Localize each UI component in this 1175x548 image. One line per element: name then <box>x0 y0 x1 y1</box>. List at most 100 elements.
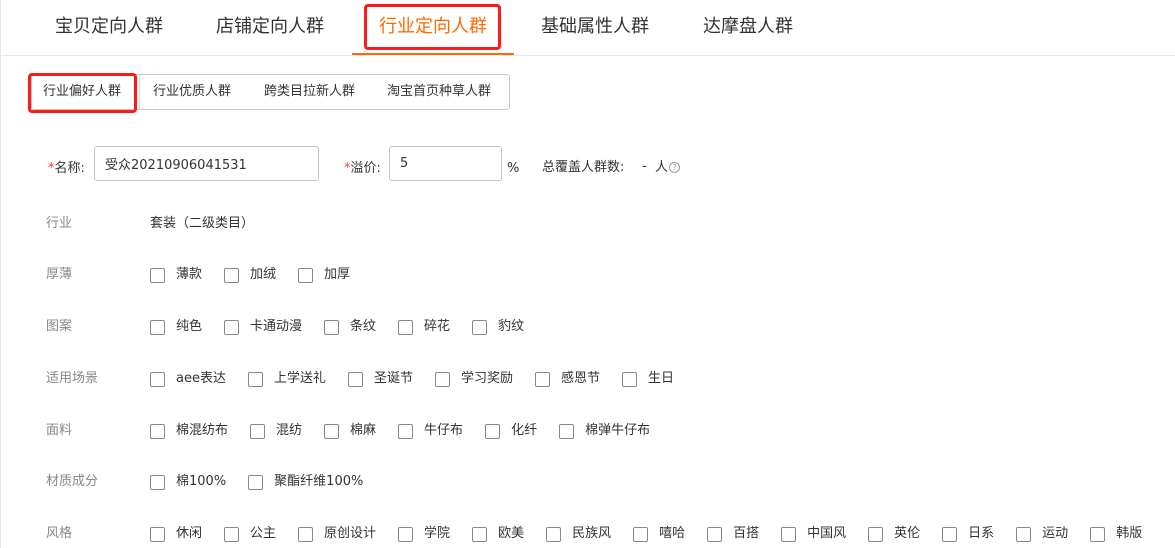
scene-options: aee表达 上学送礼 圣诞节 学习奖励 感恩节 生日 <box>150 370 696 388</box>
checkbox-option[interactable]: 聚酯纤维100% <box>248 473 363 491</box>
checkbox[interactable] <box>224 319 240 335</box>
checkbox-option[interactable]: 运动 <box>1016 525 1068 543</box>
checkbox-option[interactable]: 百搭 <box>707 525 759 543</box>
sub-tab-divider <box>139 75 140 109</box>
tab-shop-targeting[interactable]: 店铺定向人群 <box>216 14 324 40</box>
checkbox-option[interactable]: 薄款 <box>150 266 202 284</box>
checkbox-option[interactable]: 加厚 <box>298 266 350 284</box>
industry-label: 行业 <box>46 216 73 231</box>
checkbox[interactable] <box>224 267 240 283</box>
subtab-industry-quality[interactable]: 行业优质人群 <box>153 75 231 109</box>
checkbox-option[interactable]: 原创设计 <box>298 525 376 543</box>
checkbox[interactable] <box>435 371 450 387</box>
active-tab-indicator <box>352 53 514 55</box>
thickness-options: 薄款 加绒 加厚 <box>150 266 372 284</box>
fabric-label: 面料 <box>46 423 73 438</box>
tab-baobei-targeting[interactable]: 宝贝定向人群 <box>55 14 163 40</box>
checkbox-option[interactable]: 日系 <box>942 525 994 543</box>
checkbox-option[interactable]: 碎花 <box>398 318 450 336</box>
checkbox[interactable] <box>248 474 264 490</box>
checkbox[interactable] <box>324 423 340 439</box>
checkbox[interactable] <box>324 319 340 335</box>
checkbox-option[interactable]: aee表达 <box>150 370 226 388</box>
checkbox[interactable] <box>150 371 165 387</box>
help-icon[interactable]: ? <box>669 162 681 173</box>
checkbox[interactable] <box>298 267 314 283</box>
checkbox-option[interactable]: 公主 <box>224 525 276 543</box>
coverage-label: 总覆盖人群数: <box>542 160 625 175</box>
material-label: 材质成分 <box>46 474 99 489</box>
checkbox[interactable] <box>150 526 165 542</box>
checkbox[interactable] <box>472 526 488 542</box>
sub-tab-group: 行业偏好人群 行业优质人群 跨类目拉新人群 淘宝首页种草人群 <box>31 74 510 110</box>
checkbox-option[interactable]: 棉弹牛仔布 <box>559 422 650 440</box>
checkbox-option[interactable]: 加绒 <box>224 266 276 284</box>
checkbox[interactable] <box>781 526 797 542</box>
material-options: 棉100% 聚酯纤维100% <box>150 473 385 491</box>
tab-basic-attributes[interactable]: 基础属性人群 <box>541 14 649 40</box>
checkbox-option[interactable]: 条纹 <box>324 318 376 336</box>
checkbox[interactable] <box>150 267 165 283</box>
coverage-unit: 人? <box>655 159 681 177</box>
checkbox[interactable] <box>247 371 263 387</box>
checkbox[interactable] <box>535 371 551 387</box>
checkbox[interactable] <box>398 319 414 335</box>
checkbox[interactable] <box>546 526 562 542</box>
tab-damopan[interactable]: 达摩盘人群 <box>703 14 793 40</box>
checkbox[interactable] <box>707 526 723 542</box>
checkbox[interactable] <box>398 423 414 439</box>
subtab-industry-preference[interactable]: 行业偏好人群 <box>43 75 121 109</box>
checkbox-option[interactable]: 英伦 <box>868 525 920 543</box>
checkbox[interactable] <box>559 423 575 439</box>
checkbox-option[interactable]: 休闲 <box>150 525 202 543</box>
checkbox[interactable] <box>298 526 314 542</box>
checkbox[interactable] <box>250 423 266 439</box>
tab-industry-targeting[interactable]: 行业定向人群 <box>379 14 487 40</box>
industry-value: 套装（二级类目） <box>150 216 255 231</box>
thickness-label: 厚薄 <box>46 267 73 282</box>
checkbox-option[interactable]: 学院 <box>398 525 450 543</box>
checkbox-option[interactable]: 民族风 <box>546 525 611 543</box>
checkbox-option[interactable]: 中国风 <box>781 525 846 543</box>
left-border <box>0 0 1 548</box>
checkbox[interactable] <box>472 319 488 335</box>
checkbox-option[interactable]: 上学送礼 <box>247 370 326 388</box>
checkbox[interactable] <box>347 371 363 387</box>
checkbox[interactable] <box>942 526 958 542</box>
premium-label: *溢价: <box>344 161 381 176</box>
checkbox-option[interactable]: 圣诞节 <box>347 370 413 388</box>
checkbox-option[interactable]: 纯色 <box>150 318 202 336</box>
name-input[interactable] <box>94 146 319 181</box>
checkbox-option[interactable]: 豹纹 <box>472 318 524 336</box>
checkbox-option[interactable]: 混纺 <box>250 422 302 440</box>
checkbox-option[interactable]: 棉麻 <box>324 422 376 440</box>
checkbox-option[interactable]: 学习奖励 <box>435 370 513 388</box>
style-options: 休闲 公主 原创设计 学院 欧美 民族风 嘻哈 百搭 中国风 英伦 日系 运动 … <box>150 525 1170 543</box>
checkbox-option[interactable]: 卡通动漫 <box>224 318 302 336</box>
checkbox[interactable] <box>224 526 240 542</box>
checkbox[interactable] <box>485 423 501 439</box>
checkbox-option[interactable]: 棉100% <box>150 473 226 491</box>
checkbox-option[interactable]: 化纤 <box>485 422 537 440</box>
checkbox[interactable] <box>150 423 165 439</box>
checkbox[interactable] <box>150 319 165 335</box>
checkbox[interactable] <box>150 474 165 490</box>
subtab-cross-category[interactable]: 跨类目拉新人群 <box>264 75 355 109</box>
checkbox[interactable] <box>868 526 884 542</box>
checkbox-option[interactable]: 欧美 <box>472 525 524 543</box>
checkbox[interactable] <box>1090 526 1106 542</box>
checkbox-option[interactable]: 生日 <box>622 370 674 388</box>
checkbox[interactable] <box>622 371 638 387</box>
checkbox[interactable] <box>1016 526 1032 542</box>
checkbox[interactable] <box>633 526 649 542</box>
subtab-taobao-homepage[interactable]: 淘宝首页种草人群 <box>387 75 491 109</box>
checkbox[interactable] <box>398 526 414 542</box>
checkbox-option[interactable]: 牛仔布 <box>398 422 463 440</box>
checkbox-option[interactable]: 感恩节 <box>535 370 600 388</box>
checkbox-option[interactable]: 韩版 <box>1090 525 1142 543</box>
checkbox-option[interactable]: 嘻哈 <box>633 525 685 543</box>
main-tab-bar: 宝贝定向人群 店铺定向人群 行业定向人群 基础属性人群 达摩盘人群 <box>0 0 1175 56</box>
fabric-options: 棉混纺布 混纺 棉麻 牛仔布 化纤 棉弹牛仔布 <box>150 422 672 440</box>
checkbox-option[interactable]: 棉混纺布 <box>150 422 228 440</box>
premium-input[interactable] <box>389 146 502 181</box>
